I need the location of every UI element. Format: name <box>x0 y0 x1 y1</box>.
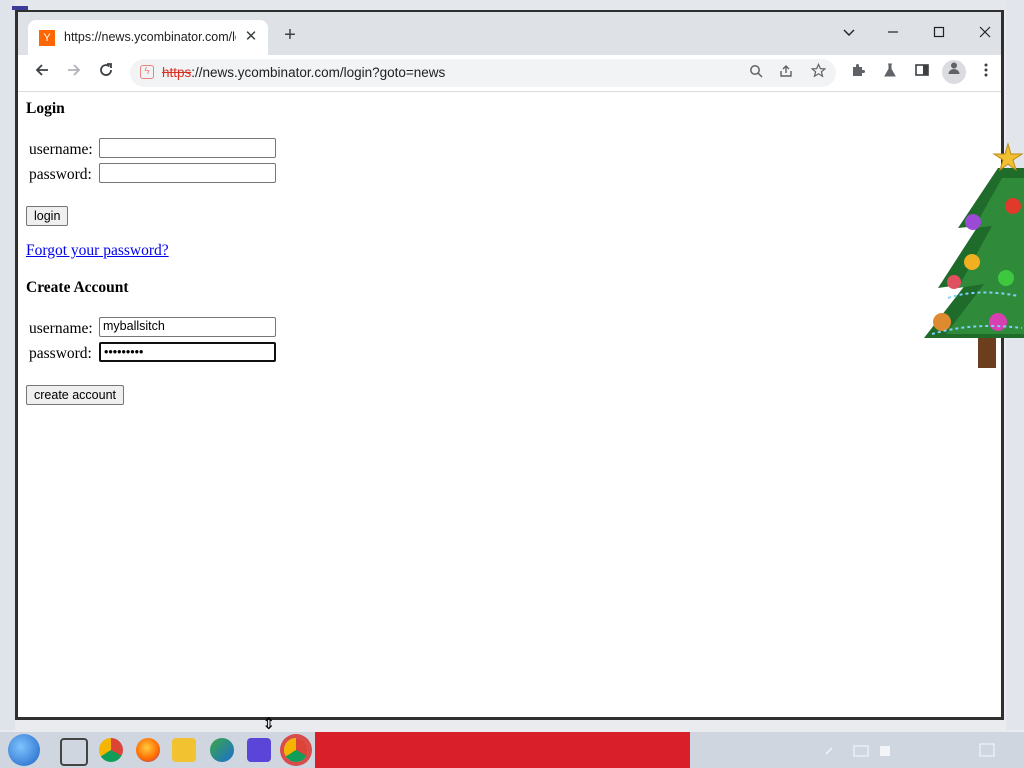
extensions-puzzle-icon[interactable] <box>846 61 870 85</box>
labs-flask-icon[interactable] <box>878 61 902 85</box>
desktop-red-panel <box>315 732 690 768</box>
url-text[interactable]: https://news.ycombinator.com/login?goto=… <box>162 65 445 80</box>
tab-strip: Y https://news.ycombinator.com/login?got… <box>18 12 1001 55</box>
desktop-background <box>0 0 1024 10</box>
forgot-password-link[interactable]: Forgot your password? <box>26 242 169 260</box>
desktop-edge-left <box>0 0 15 730</box>
minimize-icon[interactable] <box>878 20 908 46</box>
login-password-label: password: <box>29 166 92 183</box>
taskbar-task-view-icon[interactable] <box>60 738 88 766</box>
menu-kebab-icon[interactable] <box>974 61 998 85</box>
share-icon[interactable] <box>776 63 796 83</box>
tab-search-chevron-icon[interactable] <box>834 20 864 46</box>
url-scheme: https <box>162 65 192 80</box>
taskbar-chrome-active-icon[interactable] <box>284 738 308 762</box>
not-secure-icon[interactable]: ϟ <box>140 65 154 79</box>
login-button[interactable]: login <box>26 206 69 226</box>
create-username-field[interactable]: myballsitch <box>99 317 276 337</box>
maximize-icon[interactable] <box>924 20 954 46</box>
create-password-field[interactable]: ••••••••• <box>99 342 276 362</box>
taskbar-visual-studio-icon[interactable] <box>247 738 271 762</box>
browser-window: Y https://news.ycombinator.com/login?got… <box>15 10 1004 720</box>
create-account-heading: Create Account <box>26 279 129 296</box>
taskbar-firefox-icon[interactable] <box>136 738 160 762</box>
taskbar-file-explorer-icon[interactable] <box>172 738 196 762</box>
forward-arrow-icon[interactable] <box>62 61 86 85</box>
page-content: Login username: password: login Forgot y… <box>18 92 1001 717</box>
christmas-tree-widget <box>924 142 1024 368</box>
tab-close-icon[interactable]: ✕ <box>242 27 260 47</box>
hn-favicon-icon: Y <box>39 30 55 46</box>
taskbar-chrome-icon[interactable] <box>99 738 123 762</box>
new-tab-icon[interactable]: + <box>280 25 300 46</box>
resize-cursor-icon: ⇕ <box>262 716 276 733</box>
taskbar-app-icon[interactable] <box>210 738 234 762</box>
login-password-field[interactable] <box>99 163 276 183</box>
tab-title: https://news.ycombinator.com/login?goto=… <box>64 30 236 44</box>
taskbar <box>0 732 1024 768</box>
start-button-icon[interactable] <box>8 734 40 766</box>
create-password-label: password: <box>29 345 92 362</box>
login-username-field[interactable] <box>99 138 276 158</box>
login-heading: Login <box>26 100 65 117</box>
close-window-icon[interactable] <box>970 20 1000 46</box>
search-zoom-icon[interactable] <box>746 63 766 83</box>
address-bar[interactable]: ϟ https://news.ycombinator.com/login?got… <box>130 59 836 87</box>
bookmark-star-icon[interactable] <box>808 62 828 83</box>
login-username-label: username: <box>29 141 93 158</box>
side-panel-icon[interactable] <box>910 61 934 85</box>
back-arrow-icon[interactable] <box>30 61 54 85</box>
system-tray <box>820 742 1020 760</box>
profile-avatar-icon[interactable] <box>942 60 966 84</box>
tab-active[interactable]: Y https://news.ycombinator.com/login?got… <box>28 20 268 55</box>
url-rest: ://news.ycombinator.com/login?goto=news <box>191 65 446 80</box>
create-account-button[interactable]: create account <box>26 385 124 405</box>
reload-icon[interactable] <box>94 61 118 85</box>
browser-toolbar: ϟ https://news.ycombinator.com/login?got… <box>18 55 1001 92</box>
create-username-label: username: <box>29 320 93 337</box>
